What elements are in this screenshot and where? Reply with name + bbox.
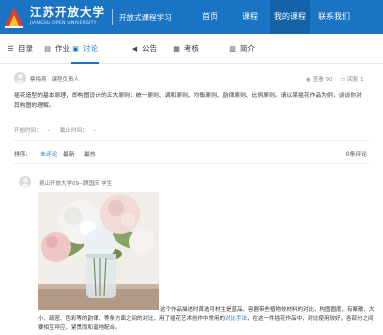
end-time: 截止时间： - (60, 126, 96, 134)
end-time-label: 截止时间： (60, 128, 88, 134)
reply-text-highlight: 对比手法 (225, 316, 248, 322)
topic-author: 蔡梅燕 课程负责人 (30, 75, 79, 83)
divider (14, 140, 369, 141)
avatar (14, 72, 26, 84)
start-time-label: 开始时间： (14, 128, 42, 134)
tab-discussion-label: 讨论 (83, 44, 98, 53)
site-subtitle: 开放式课程学习 (119, 13, 172, 22)
tab-assignment-label: 作业 (55, 44, 70, 53)
topic-author-name: 蔡梅燕 (30, 77, 47, 83)
tab-intro-label: 简介 (240, 44, 255, 53)
tab-announcement[interactable]: ◀ 公告 (130, 34, 157, 64)
tab-catalog[interactable]: ☰ 目录 (6, 34, 33, 64)
info-icon: ▥ (229, 45, 236, 53)
sort-latest[interactable]: 最新 (63, 149, 75, 158)
reply-author-role: 学生 (101, 181, 113, 187)
reply-author: 昆山开放大学09--顾国庆 学生 (39, 179, 112, 187)
comment-icon: ▭ (340, 77, 346, 83)
start-time-value: - (47, 128, 50, 134)
sort-hottest[interactable]: 最热 (84, 149, 96, 158)
reply-author-name: 昆山开放大学09--顾国庆 (39, 181, 100, 187)
header-divider (112, 9, 113, 25)
comment-count: 0条评论 (345, 152, 367, 158)
university-logo-icon[interactable] (2, 2, 26, 32)
eye-icon: ◉ (306, 77, 311, 83)
discussion-icon: ▣ (72, 45, 79, 53)
view-count-text: 查看 90 (312, 77, 333, 83)
assignment-icon: ▤ (44, 45, 51, 53)
university-name-en: JIANGSU OPEN UNIVERSITY (30, 21, 97, 26)
course-tabs: ☰ 目录 ▤ 作业 ▣ 讨论 ◀ 公告 ▦ 考核 ▥ 简介 (0, 34, 383, 64)
start-time: 开始时间： - (14, 126, 50, 134)
active-tab-indicator (71, 62, 99, 64)
exam-icon: ▦ (173, 45, 180, 53)
tab-assignment[interactable]: ▤ 作业 (43, 34, 70, 64)
list-icon: ☰ (7, 45, 14, 53)
reply-count-text: 回复 1 (347, 77, 364, 83)
topic-author-role: 课程负责人 (51, 77, 80, 83)
nav-courses[interactable]: 课程 (232, 0, 268, 34)
reply-body: 这个作品描述时首选可材主是蓝品、容器带些植物技材料的对比，构图圆度，有聚散、大小… (38, 306, 376, 333)
reply-count-stat: ▭ 回复 1 (340, 75, 363, 83)
sort-uncommented[interactable]: 未评论 (40, 149, 57, 158)
nav-contact-us[interactable]: 联系我们 (311, 0, 357, 34)
tab-discussion[interactable]: ▣ 讨论 (71, 34, 98, 64)
tab-announcement-label: 公告 (142, 44, 157, 53)
tab-intro[interactable]: ▥ 简介 (228, 34, 255, 64)
university-name[interactable]: 江苏开放大学 (30, 4, 105, 20)
megaphone-icon: ◀ (131, 45, 138, 53)
view-count: ◉ 查看 90 (306, 75, 333, 83)
end-time-value: - (93, 128, 96, 134)
avatar (19, 176, 31, 188)
flower-arrangement-photo[interactable] (38, 192, 159, 310)
tab-exam-label: 考核 (184, 44, 199, 53)
tab-exam[interactable]: ▦ 考核 (172, 34, 199, 64)
nav-home[interactable]: 首页 (190, 0, 230, 34)
tab-catalog-label: 目录 (18, 44, 33, 53)
divider (14, 163, 369, 164)
topic-body: 插花造型的基本原理，即构图设计的五大原则：统一原则、调和原则、均衡原则、韵律原则… (14, 93, 362, 109)
top-navigation-bar: 江苏开放大学 JIANGSU OPEN UNIVERSITY 开放式课程学习 首… (0, 0, 383, 34)
sort-label: 排序: (14, 152, 28, 158)
nav-my-courses[interactable]: 我的课程 (270, 0, 310, 34)
